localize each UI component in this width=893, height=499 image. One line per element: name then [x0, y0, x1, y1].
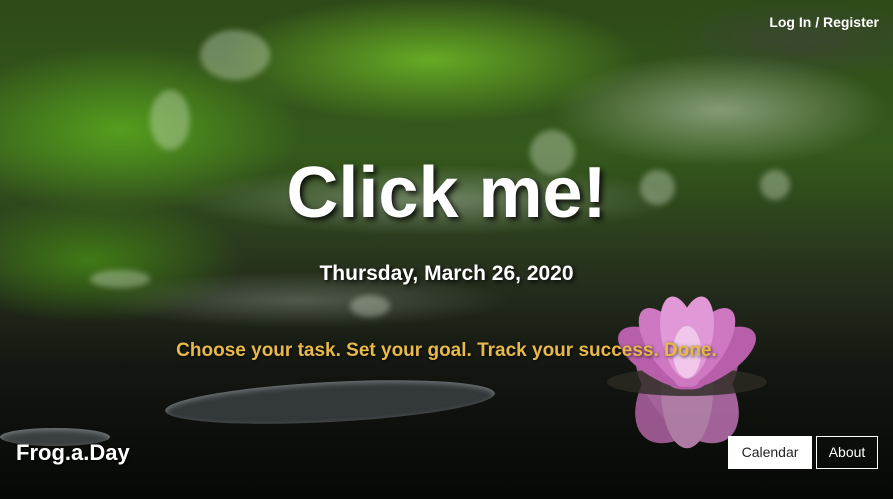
- login-register-link[interactable]: Log In / Register: [769, 14, 879, 30]
- brand-logo-text[interactable]: Frog.a.Day: [16, 440, 130, 466]
- bokeh-light: [150, 90, 190, 150]
- bokeh-light: [350, 295, 390, 317]
- about-button[interactable]: About: [816, 436, 878, 469]
- lily-pad: [164, 373, 496, 431]
- click-me-heading[interactable]: Click me!: [0, 152, 893, 234]
- calendar-button[interactable]: Calendar: [728, 436, 812, 469]
- bokeh-light: [200, 30, 270, 80]
- background-image: [0, 0, 893, 499]
- tagline: Choose your task. Set your goal. Track y…: [176, 340, 717, 361]
- current-date: Thursday, March 26, 2020: [319, 262, 574, 285]
